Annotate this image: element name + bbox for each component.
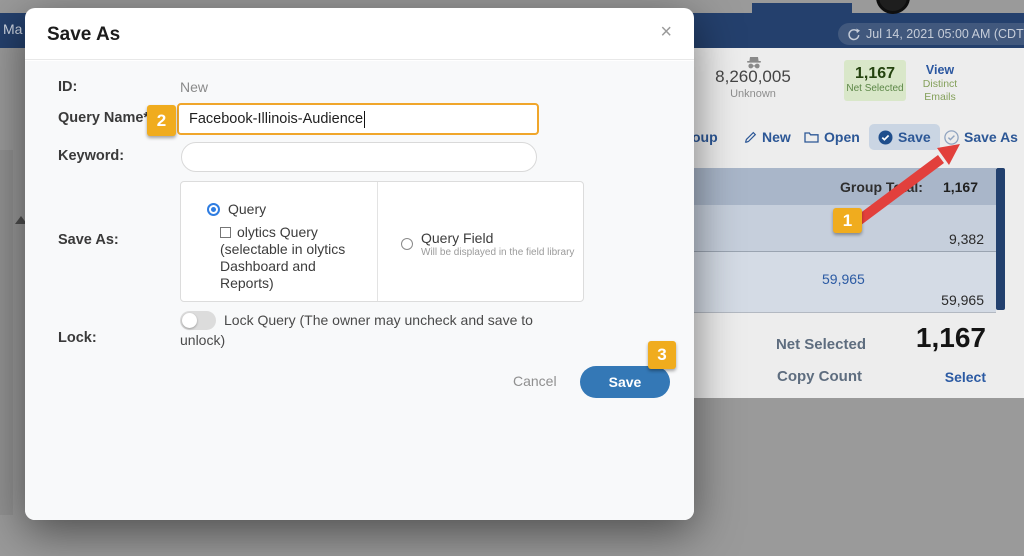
group-total-value: 1,167: [943, 179, 978, 195]
toolbar-open-button[interactable]: Open: [804, 127, 860, 147]
logo-circle: [876, 0, 910, 14]
query-field-option[interactable]: Query Field Will be displayed in the fie…: [401, 230, 574, 258]
row2-total-count: 59,965: [941, 292, 984, 308]
nav-menu-fragment[interactable]: Ma: [3, 21, 22, 37]
save-as-label: Save As:: [58, 232, 119, 248]
net-selected-count: 1,167: [844, 65, 906, 82]
olytics-option-label: olytics Query (selectable in olytics Das…: [220, 224, 345, 291]
grid-scrollbar[interactable]: [996, 168, 1005, 310]
query-radio-selected[interactable]: [207, 203, 220, 216]
row2-output-count: 59,965: [822, 271, 865, 287]
query-name-input[interactable]: Facebook-Illinois-Audience: [177, 103, 539, 135]
olytics-query-option[interactable]: olytics Query (selectable in olytics Das…: [220, 224, 366, 292]
save-button[interactable]: Save: [580, 366, 670, 398]
query-name-value: Facebook-Illinois-Audience: [189, 111, 363, 127]
screen: Ma Jul 14, 2021 05:00 AM (CDT) ) l) 8,26…: [0, 0, 1024, 556]
query-option-label: Query: [228, 201, 266, 217]
save-as-modal: Save As × ID: New Query Name*: Facebook-…: [25, 8, 694, 520]
modal-body: ID: New Query Name*: Facebook-Illinois-A…: [25, 61, 694, 520]
check-circle-filled-icon: [878, 130, 893, 145]
folder-icon: [804, 131, 819, 143]
group-total-label: Group Total:: [840, 179, 923, 195]
toolbar-save-as-button[interactable]: Save As: [944, 127, 1018, 147]
lock-row: Lock Query (The owner may uncheck and sa…: [180, 311, 536, 350]
unknown-count: 8,260,005: [700, 67, 806, 87]
query-option[interactable]: Query: [207, 201, 266, 217]
net-selected-box: 1,167 Net Selected: [844, 60, 906, 101]
query-row-2[interactable]: 59,965 59,965: [686, 252, 996, 313]
cancel-button[interactable]: Cancel: [513, 373, 557, 389]
text-caret: [364, 111, 365, 128]
options-divider: [377, 182, 378, 301]
keyword-input[interactable]: [181, 142, 537, 172]
query-name-label: Query Name*:: [58, 110, 154, 126]
step-badge-3: 3: [648, 341, 676, 369]
query-field-label: Query Field: [421, 230, 574, 247]
row1-count: 9,382: [949, 231, 984, 247]
net-selected-summary-value: 1,167: [866, 322, 986, 354]
toolbar-save-button[interactable]: Save: [869, 124, 940, 150]
copy-count-select-link[interactable]: Select: [866, 369, 986, 385]
modal-header: Save As ×: [25, 8, 694, 60]
left-scrollbar[interactable]: [0, 150, 13, 515]
step-badge-2: 2: [147, 105, 176, 136]
close-icon[interactable]: ×: [660, 22, 672, 42]
save-as-options-box: Query olytics Query (selectable in olyti…: [180, 181, 584, 302]
view-distinct-emails-link[interactable]: View Distinct Emails: [906, 63, 974, 104]
group-total-header: Group Total: 1,167: [686, 168, 996, 205]
copy-count-label: Copy Count: [686, 368, 862, 385]
lock-toggle[interactable]: [180, 311, 216, 330]
id-label: ID:: [58, 79, 77, 95]
lock-text: Lock Query (The owner may uncheck and sa…: [180, 312, 533, 348]
refresh-icon: [847, 28, 860, 41]
olytics-checkbox[interactable]: [220, 227, 231, 238]
check-circle-outline-icon: [944, 130, 959, 145]
query-field-radio[interactable]: [401, 238, 413, 250]
active-tab[interactable]: [752, 3, 852, 15]
refresh-datetime-pill[interactable]: Jul 14, 2021 05:00 AM (CDT): [838, 23, 1024, 45]
id-value: New: [180, 79, 208, 95]
net-selected-caption: Net Selected: [844, 82, 906, 95]
unknown-label: Unknown: [700, 88, 806, 100]
toolbar-new-button[interactable]: New: [744, 127, 791, 147]
modal-title: Save As: [47, 24, 120, 46]
pencil-icon: [744, 131, 757, 144]
toolbar-group-fragment[interactable]: oup: [692, 127, 718, 147]
net-selected-summary-label: Net Selected: [686, 336, 866, 353]
datetime-text: Jul 14, 2021 05:00 AM (CDT): [866, 27, 1024, 41]
keyword-label: Keyword:: [58, 148, 124, 164]
lock-label: Lock:: [58, 330, 97, 346]
step-badge-1: 1: [833, 208, 862, 233]
query-field-hint: Will be displayed in the field library: [421, 247, 574, 258]
